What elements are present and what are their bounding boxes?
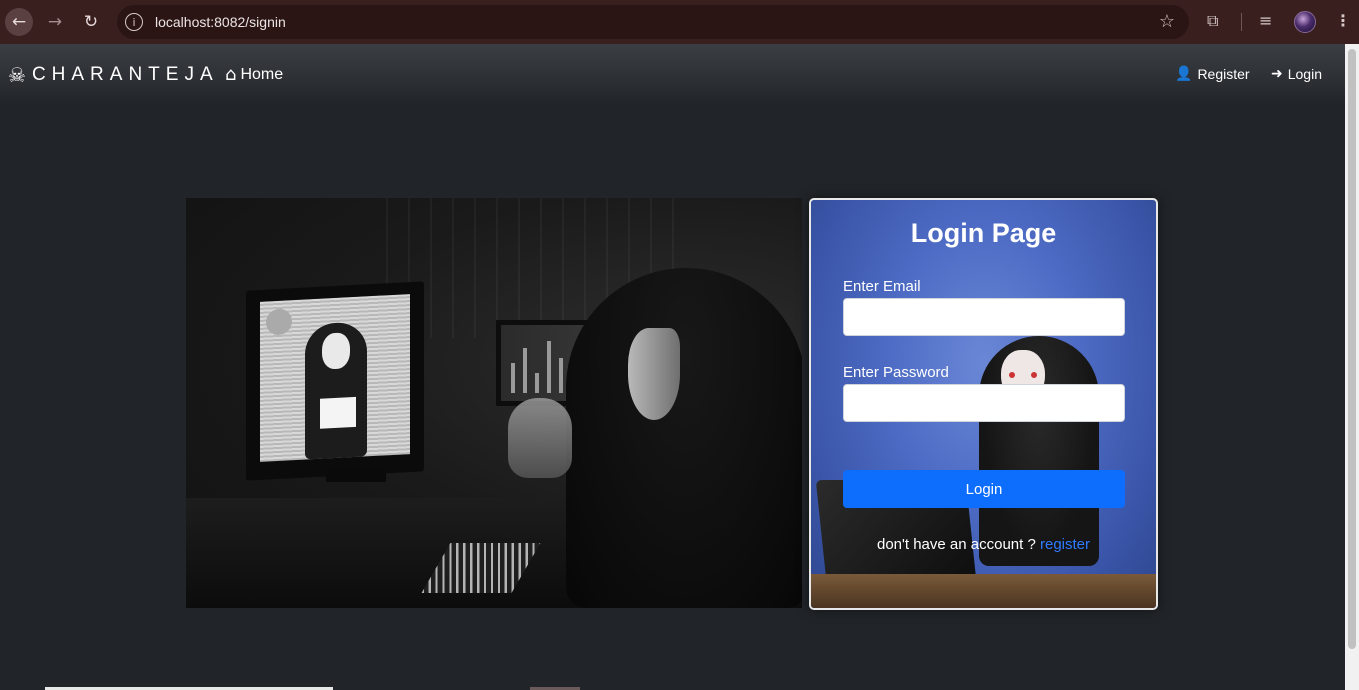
nav-login-link[interactable]: ➜ Login <box>1271 66 1322 82</box>
password-field[interactable] <box>843 384 1125 422</box>
nav-home-label: Home <box>240 65 284 83</box>
reload-icon[interactable]: ↻ <box>77 8 105 36</box>
skull-crossbones-icon: ☠ <box>8 63 26 87</box>
address-url[interactable]: localhost:8082/signin <box>155 14 286 30</box>
sign-in-icon: ➜ <box>1271 66 1283 82</box>
login-card: Login Page Enter Email Enter Password Lo… <box>809 198 1158 610</box>
hacker-hero-image <box>186 198 802 608</box>
forward-arrow-icon[interactable]: → <box>41 8 69 36</box>
login-title: Login Page <box>910 218 1057 248</box>
media-control-icon[interactable]: ≡ <box>1259 11 1272 30</box>
nav-home-link[interactable]: ⌂ Home <box>225 64 283 85</box>
home-icon: ⌂ <box>225 64 237 85</box>
nav-register-label: Register <box>1197 66 1250 82</box>
toolbar-divider <box>1241 13 1242 31</box>
monitor-image <box>246 281 424 481</box>
page-viewport: ☠ CHARANTEJA ⌂ Home 👤 Register ➜ Login L… <box>0 44 1345 690</box>
site-info-icon[interactable]: i <box>125 13 143 31</box>
register-link[interactable]: register <box>1040 536 1090 553</box>
kebab-menu-icon[interactable]: ⋮ <box>1335 11 1351 30</box>
browser-toolbar: ← → ↻ i localhost:8082/signin ☆ ⧉ ≡ ⋮ <box>0 0 1359 44</box>
address-bar[interactable]: i localhost:8082/signin ☆ <box>117 5 1189 39</box>
user-plus-icon: 👤 <box>1175 66 1193 82</box>
scrollbar-thumb[interactable] <box>1348 49 1356 649</box>
email-field[interactable] <box>843 298 1125 336</box>
back-arrow-icon[interactable]: ← <box>5 8 33 36</box>
brand-link[interactable]: ☠ CHARANTEJA <box>8 63 219 87</box>
bookmark-star-icon[interactable]: ☆ <box>1159 11 1175 32</box>
profile-avatar[interactable] <box>1294 11 1316 33</box>
page-scrollbar[interactable] <box>1345 44 1359 690</box>
extensions-icon[interactable]: ⧉ <box>1207 11 1218 31</box>
signup-prompt: don't have an account ? register <box>811 536 1156 553</box>
login-button[interactable]: Login <box>843 470 1125 508</box>
password-label: Enter Password <box>843 364 949 381</box>
site-navbar: ☠ CHARANTEJA ⌂ Home 👤 Register ➜ Login <box>0 44 1345 104</box>
nav-register-link[interactable]: 👤 Register <box>1175 66 1250 82</box>
signup-prompt-text: don't have an account ? <box>876 536 1036 553</box>
email-label: Enter Email <box>843 278 921 295</box>
nav-login-label: Login <box>1287 66 1322 82</box>
brand-name: CHARANTEJA <box>31 64 219 85</box>
